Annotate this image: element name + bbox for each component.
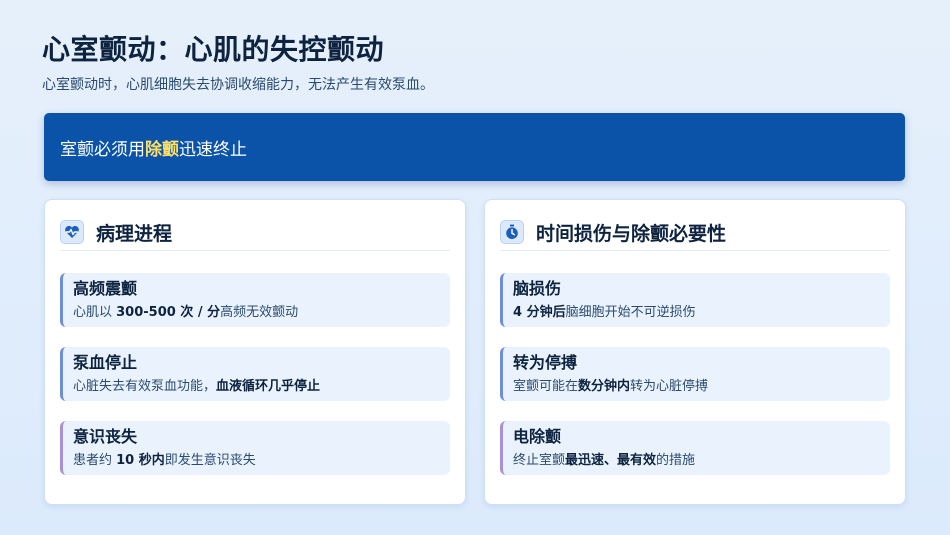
card-title: 脑损伤 [513,279,562,298]
card-text-post: 的措施 [656,453,696,468]
page-subtitle: 心室颤动时，心肌细胞失去协调收缩能力，无法产生有效泵血。 [42,77,434,93]
card-text-bold: 300-500 次 / 分 [116,305,221,320]
card-title: 转为停搏 [513,353,578,372]
card-text-bold: 4 分钟后 [513,305,566,320]
pathology-card-2: 泵血停止 心脏失去有效泵血功能，血液循环几乎停止 [60,347,450,401]
card-text-post: 高频无效颤动 [220,305,299,320]
pathology-card-1: 高频震颤 心肌以 300-500 次 / 分高频无效颤动 [60,273,450,327]
card-title: 高频震颤 [73,279,138,298]
time-damage-panel-header: 时间损伤与除颤必要性 [500,214,890,251]
pathology-panel: 病理进程 高频震颤 心肌以 300-500 次 / 分高频无效颤动 泵血停止 心… [44,199,466,505]
card-text-bold: 10 秒内 [116,453,165,468]
card-text-bold: 最迅速、最有效 [565,453,657,468]
card-title: 电除颤 [513,427,562,446]
banner-prefix: 室颤必须用 [60,139,145,160]
stopwatch-icon [500,220,524,244]
time-damage-card-2: 转为停搏 室颤可能在数分钟内转为心脏停搏 [500,347,890,401]
card-text: 4 分钟后脑细胞开始不可逆损伤 [513,303,890,323]
card-text-pre: 心脏失去有效泵血功能， [73,379,217,394]
card-text: 患者约 10 秒内即发生意识丧失 [73,451,450,471]
banner-highlight: 除颤 [145,139,179,160]
page-title: 心室颤动：心肌的失控颤动 [42,33,385,66]
card-title: 意识丧失 [73,427,138,446]
card-text: 心肌以 300-500 次 / 分高频无效颤动 [73,303,450,323]
banner-suffix: 迅速终止 [179,139,247,160]
card-text-bold: 数分钟内 [578,379,631,394]
pathology-card-3: 意识丧失 患者约 10 秒内即发生意识丧失 [60,421,450,475]
time-damage-card-3: 电除颤 终止室颤最迅速、最有效的措施 [500,421,890,475]
time-damage-panel: 时间损伤与除颤必要性 脑损伤 4 分钟后脑细胞开始不可逆损伤 转为停搏 室颤可能… [484,199,906,505]
card-text: 室颤可能在数分钟内转为心脏停搏 [513,377,890,397]
card-text: 心脏失去有效泵血功能，血液循环几乎停止 [73,377,450,397]
card-text-pre: 终止室颤 [513,453,566,468]
card-text-post: 脑细胞开始不可逆损伤 [565,305,696,320]
pathology-panel-header: 病理进程 [60,214,450,251]
card-text: 终止室颤最迅速、最有效的措施 [513,451,890,471]
card-title: 泵血停止 [73,353,138,372]
card-text-pre: 患者约 [73,453,117,468]
card-text-post: 即发生意识丧失 [164,453,256,468]
card-text-bold: 血液循环几乎停止 [216,379,321,394]
pathology-panel-title: 病理进程 [96,222,173,245]
card-text-post: 转为心脏停搏 [630,379,709,394]
time-damage-panel-title: 时间损伤与除颤必要性 [536,222,727,245]
time-damage-card-1: 脑损伤 4 分钟后脑细胞开始不可逆损伤 [500,273,890,327]
card-text-pre: 室颤可能在 [513,379,579,394]
key-message-banner: 室颤必须用 除颤 迅速终止 [44,113,905,181]
heart-pulse-icon [60,220,84,244]
card-text-pre: 心肌以 [73,305,117,320]
